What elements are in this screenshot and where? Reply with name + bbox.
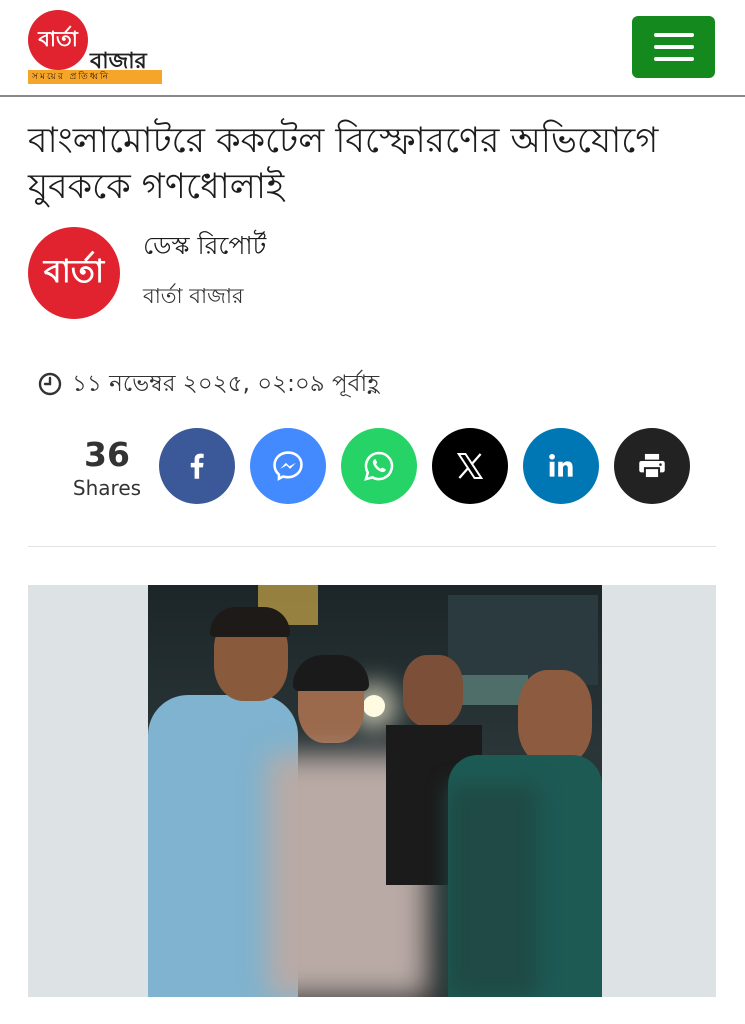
- content-divider: [28, 546, 716, 547]
- share-print-button[interactable]: [614, 428, 690, 504]
- linkedin-icon: [549, 453, 573, 477]
- share-messenger-button[interactable]: [250, 428, 326, 504]
- clock-icon: [38, 372, 62, 396]
- author-avatar[interactable]: বার্তা: [28, 227, 120, 319]
- print-icon: [639, 453, 665, 480]
- featured-image-frame: [28, 585, 716, 997]
- date-text: ১১ নভেম্বর ২০২৫, ০২:০৯ পূর্বাহ্ণ: [72, 370, 380, 397]
- share-linkedin-button[interactable]: [523, 428, 599, 504]
- publish-date: ১১ নভেম্বর ২০২৫, ০২:০৯ পূর্বাহ্ণ: [38, 366, 379, 402]
- messenger-icon: [273, 451, 303, 481]
- logo-tagline: সময়ের প্রতিধ্বনি: [28, 70, 162, 84]
- shares-label: Shares: [72, 476, 142, 500]
- site-header: বার্তা বাজার সময়ের প্রতিধ্বনি: [0, 0, 745, 95]
- share-facebook-button[interactable]: [159, 428, 235, 504]
- share-whatsapp-button[interactable]: [341, 428, 417, 504]
- featured-photo[interactable]: [148, 585, 602, 997]
- site-logo[interactable]: বার্তা বাজার সময়ের প্রতিধ্বনি: [28, 10, 168, 88]
- article-headline: বাংলামোটরে ককটেল বিস্ফোরণের অভিযোগে যুবক…: [28, 121, 659, 207]
- facebook-icon: [190, 453, 204, 479]
- whatsapp-icon: [364, 451, 394, 481]
- author-name[interactable]: ডেস্ক রিপোর্ট: [143, 226, 266, 269]
- header-divider: [0, 95, 745, 97]
- shares-count: 36: [84, 435, 130, 474]
- logo-circle: বার্তা: [28, 10, 88, 70]
- x-icon: [456, 452, 484, 480]
- hamburger-menu-button[interactable]: [632, 16, 715, 78]
- share-x-button[interactable]: [432, 428, 508, 504]
- publisher-name: বার্তা বাজার: [143, 284, 244, 308]
